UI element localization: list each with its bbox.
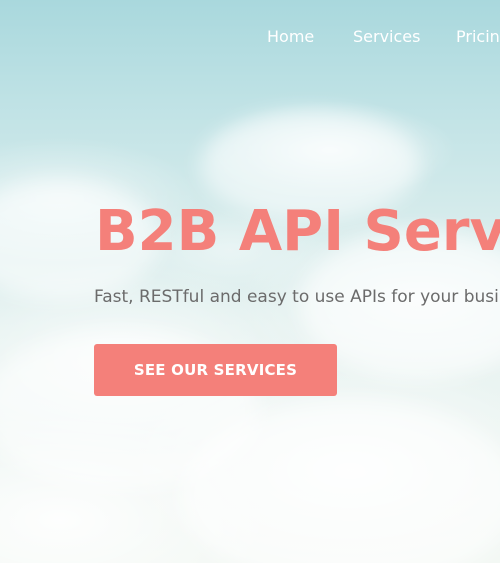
- hero-title: B2B API Services: [95, 199, 500, 264]
- nav-link-services[interactable]: Services: [353, 27, 420, 46]
- nav-link-home[interactable]: Home: [267, 27, 314, 46]
- see-services-button[interactable]: SEE OUR SERVICES: [94, 344, 337, 396]
- hero-section: Home Services Pricing B2B API Services F…: [0, 0, 500, 563]
- top-nav: Home Services Pricing: [0, 27, 500, 51]
- nav-link-pricing[interactable]: Pricing: [456, 27, 500, 46]
- hero-subtitle: Fast, RESTful and easy to use APIs for y…: [94, 287, 500, 307]
